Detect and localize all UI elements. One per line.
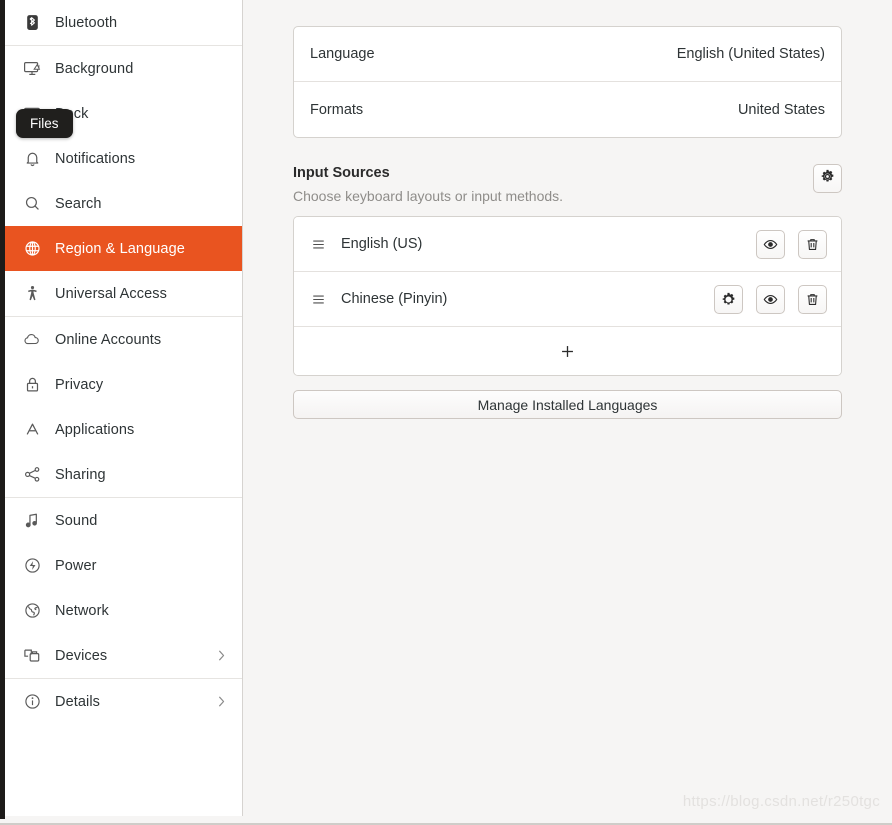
sidebar-item-network[interactable]: Network <box>5 588 242 633</box>
sidebar-item-devices[interactable]: Devices <box>5 633 242 678</box>
sidebar-group: Sound Power Network Devices <box>5 498 242 679</box>
sidebar-item-sharing[interactable]: Sharing <box>5 452 242 497</box>
bell-icon <box>21 148 43 170</box>
background-icon <box>21 58 43 80</box>
sidebar-item-label: Network <box>55 602 109 619</box>
search-icon <box>21 193 43 215</box>
bluetooth-icon <box>21 12 43 34</box>
remove-source-button[interactable] <box>798 229 827 259</box>
drag-handle-icon[interactable] <box>310 291 326 307</box>
preview-layout-button[interactable] <box>756 229 785 259</box>
input-source-row[interactable]: English (US) <box>294 217 841 272</box>
tooltip-label: Files <box>30 116 59 131</box>
watermark-text: https://blog.csdn.net/r250tgc <box>682 793 880 810</box>
sidebar-group: Bluetooth <box>5 0 242 46</box>
region-language-panel: Language English (United States) Formats… <box>243 0 892 816</box>
sidebar-item-power[interactable]: Power <box>5 543 242 588</box>
input-source-row[interactable]: Chinese (Pinyin) <box>294 272 841 327</box>
cloud-icon <box>21 329 43 351</box>
lock-icon <box>21 374 43 396</box>
input-sources-heading-text: Input Sources Choose keyboard layouts or… <box>293 164 563 205</box>
eye-icon <box>763 237 778 252</box>
sidebar-item-region-and-language[interactable]: Region & Language <box>5 226 242 271</box>
input-sources-subtitle: Choose keyboard layouts or input methods… <box>293 188 564 204</box>
row-formats[interactable]: Formats United States <box>294 82 841 137</box>
sidebar-item-label: Universal Access <box>55 285 167 302</box>
input-source-actions <box>714 284 827 314</box>
remove-source-button[interactable] <box>798 284 827 314</box>
sidebar-item-label: Sharing <box>55 466 106 483</box>
files-tooltip: Files <box>16 109 73 138</box>
input-sources-header: Input Sources Choose keyboard layouts or… <box>293 164 842 205</box>
input-sources-settings-button[interactable] <box>813 164 842 193</box>
sidebar-item-label: Online Accounts <box>55 331 162 348</box>
add-input-source-button[interactable] <box>294 327 841 375</box>
input-sources-card: English (US) Chinese (Pinyin) <box>293 216 842 376</box>
sidebar-item-label: Power <box>55 557 97 574</box>
network-globe-icon <box>21 600 43 622</box>
gear-icon <box>820 169 835 189</box>
sidebar-item-label: Bluetooth <box>55 14 118 31</box>
trash-icon <box>805 292 820 307</box>
source-preferences-button[interactable] <box>714 284 743 314</box>
sidebar-item-label: Notifications <box>55 150 136 167</box>
sidebar-item-notifications[interactable]: Notifications <box>5 136 242 181</box>
trash-icon <box>805 237 820 252</box>
power-icon <box>21 555 43 577</box>
devices-icon <box>21 645 43 667</box>
sidebar-item-label: Applications <box>55 421 135 438</box>
sidebar-item-background[interactable]: Background <box>5 46 242 91</box>
sidebar-group: Online Accounts Privacy Applications Sharin… <box>5 317 242 498</box>
chevron-right-icon <box>215 694 228 709</box>
sidebar-item-label: Region & Language <box>55 240 185 257</box>
eye-icon <box>763 292 778 307</box>
language-label: Language <box>310 46 375 62</box>
input-sources-title: Input Sources <box>293 165 390 181</box>
sidebar-item-privacy[interactable]: Privacy <box>5 362 242 407</box>
chevron-right-icon <box>215 648 228 663</box>
sidebar-item-search[interactable]: Search <box>5 181 242 226</box>
formats-value: United States <box>737 101 825 118</box>
manage-installed-languages-button[interactable]: Manage Installed Languages <box>293 390 842 419</box>
sidebar-group: BackgroundDockNotificationsSearchRegion … <box>5 46 242 317</box>
sidebar-item-sound[interactable]: Sound <box>5 498 242 543</box>
row-language[interactable]: Language English (United States) <box>294 27 841 82</box>
sidebar-item-label: Background <box>55 60 134 77</box>
accessibility-icon <box>21 283 43 305</box>
sidebar-item-applications[interactable]: Applications <box>5 407 242 452</box>
applications-icon <box>21 419 43 441</box>
sidebar-group: Details <box>5 679 242 724</box>
sidebar-item-label: Sound <box>55 512 98 529</box>
globe-icon <box>21 238 43 260</box>
info-icon <box>21 691 43 713</box>
input-source-actions <box>756 229 827 259</box>
sidebar-item-universal-access[interactable]: Universal Access <box>5 271 242 316</box>
drag-handle-icon[interactable] <box>310 236 326 252</box>
sidebar-item-label: Devices <box>55 647 108 664</box>
input-source-name: Chinese (Pinyin) <box>341 291 448 307</box>
sidebar-item-online-accounts[interactable]: Online Accounts <box>5 317 242 362</box>
sidebar-item-label: Search <box>55 195 102 212</box>
sidebar-item-bluetooth[interactable]: Bluetooth <box>5 0 242 45</box>
language-value: English (United States) <box>676 46 825 62</box>
share-icon <box>21 464 43 486</box>
preview-layout-button[interactable] <box>756 284 785 314</box>
sidebar-item-label: Privacy <box>55 376 104 393</box>
input-source-name: English (US) <box>341 236 423 252</box>
plus-icon <box>560 344 575 359</box>
formats-label: Formats <box>310 101 364 118</box>
sidebar-item-label: Details <box>55 693 101 710</box>
music-note-icon <box>21 510 43 532</box>
sidebar-item-details[interactable]: Details <box>5 679 242 724</box>
manage-installed-languages-label: Manage Installed Languages <box>477 396 658 413</box>
settings-sidebar: BluetoothBackgroundDockNotificationsSear… <box>5 0 243 816</box>
language-settings-card: Language English (United States) Formats… <box>293 26 842 138</box>
settings-window: BluetoothBackgroundDockNotificationsSear… <box>0 0 892 825</box>
gear-icon <box>721 292 736 307</box>
